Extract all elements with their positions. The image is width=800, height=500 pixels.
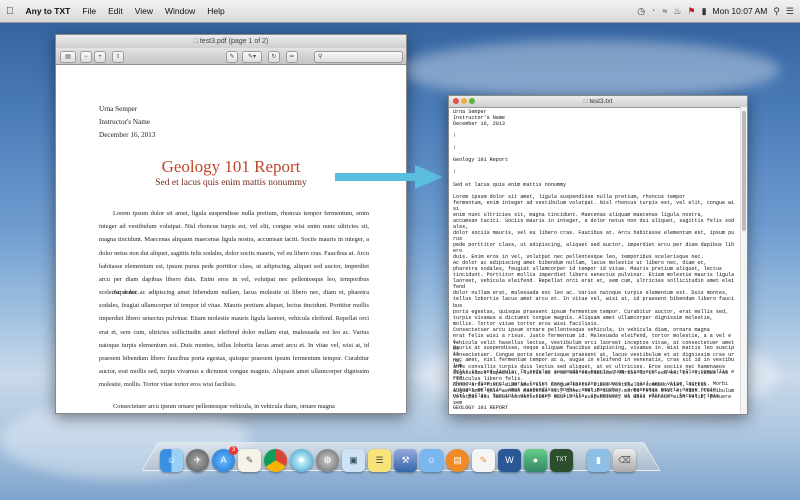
finder-icon[interactable]: ☺ (160, 449, 183, 472)
notification-center-icon[interactable]: ☰ (786, 6, 794, 17)
share-button[interactable]: ⇧ (112, 51, 124, 63)
stickies-icon[interactable]: ☰ (368, 449, 391, 472)
scrollbar-thumb[interactable] (742, 111, 746, 231)
menu-bar:  Any to TXT File Edit View Window Help … (0, 0, 800, 23)
ibooks-icon[interactable]: ▤ (446, 449, 469, 472)
menu-file[interactable]: File (76, 6, 102, 16)
minimize-button[interactable] (461, 98, 467, 104)
markup-button[interactable]: ✏ (286, 51, 298, 63)
time-machine-icon[interactable]: ◷ (637, 6, 645, 17)
zoom-button[interactable] (469, 98, 475, 104)
spotlight-icon[interactable]: ⚲ (773, 6, 780, 17)
app-store-icon[interactable]: A 3 (212, 446, 238, 472)
system-preferences-icon[interactable]: ⚙ (316, 449, 339, 472)
menu-edit[interactable]: Edit (102, 6, 129, 16)
header-name: Urna Semper (99, 105, 138, 113)
rotate-button[interactable]: ↻ (268, 51, 280, 63)
preview-window-title: test3.pdf (page 1 of 2) (199, 38, 269, 45)
pages-icon[interactable]: ✎ (472, 449, 495, 472)
dock: ☺ ✈ A 3 ✎ ❖ ⚙ ▣ ☰ ⚒ ☺ ▤ ✎ W ● TXT ▮ ⌫ (160, 440, 650, 472)
chrome-icon[interactable] (264, 449, 287, 472)
header-instructor: Instructor's Name (99, 118, 150, 126)
any-to-txt-icon[interactable]: TXT (550, 449, 573, 472)
trash-icon[interactable]: ⌫ (613, 449, 636, 472)
annotate-button[interactable]: ✎ (226, 51, 238, 63)
folder-icon[interactable]: ▮ (587, 449, 610, 472)
zoom-in-button[interactable]: + (94, 51, 106, 63)
launchpad-icon[interactable]: ✈ (186, 449, 209, 472)
cloud (400, 40, 780, 100)
textedit-icon[interactable]: ✎ (238, 449, 261, 472)
menu-window[interactable]: Window (159, 6, 201, 16)
app-menu[interactable]: Any to TXT (20, 6, 77, 16)
txt-titlebar[interactable]: □ test3.txt (449, 96, 747, 108)
vertical-scrollbar[interactable] (740, 107, 747, 414)
sidebar-toggle-button[interactable]: ▤ (60, 51, 76, 63)
preview-titlebar[interactable]: □ test3.pdf (page 1 of 2) (56, 35, 406, 48)
pdf-file-icon: □ (193, 38, 198, 45)
header-date: December 16, 2013 (99, 131, 156, 139)
word-icon[interactable]: W (498, 449, 521, 472)
preview-toolbar: ▤ − + ⇧ ✎ ✎▾ ↻ ✏ ⚲ (56, 48, 406, 65)
txt-window-title: test3.txt (589, 98, 613, 105)
paragraph-2: Ac dolor ac adipiscing amet bibendum nul… (99, 289, 369, 389)
apple-menu-icon[interactable]:  (0, 6, 20, 17)
xcode-icon[interactable]: ⚒ (394, 449, 417, 472)
preview-icon[interactable]: ▣ (342, 449, 365, 472)
edit-toolbar-button[interactable]: ✎▾ (242, 51, 262, 63)
search-field[interactable]: ⚲ (314, 51, 403, 63)
zoom-out-button[interactable]: − (80, 51, 92, 63)
paragraph-3: Consectetuer arcu ipsum ornare pellentes… (113, 403, 335, 410)
wifi-icon[interactable]: ≈ (662, 6, 667, 16)
txt-window: □ test3.txt Urna Semper Instructor's Nam… (448, 95, 748, 415)
preview-window: □ test3.pdf (page 1 of 2) ▤ − + ⇧ ✎ ✎▾ ↻… (55, 34, 407, 414)
flag-icon[interactable]: ⚑ (687, 6, 695, 17)
txt-content-block-2[interactable]: vehicula velit hasellus lectus, vestibul… (453, 340, 735, 407)
conversion-arrow-icon (335, 165, 443, 189)
clock[interactable]: Mon 10:07 AM (713, 6, 768, 16)
battery-icon[interactable]: ▮ (702, 6, 707, 17)
safari-icon[interactable]: ❖ (290, 449, 313, 472)
volume-icon[interactable]: ♨ (673, 6, 681, 17)
close-button[interactable] (453, 98, 459, 104)
photos-icon[interactable]: ● (524, 449, 547, 472)
app-store-badge: 3 (229, 446, 238, 455)
pdf-page: Urna Semper Instructor's Name December 1… (56, 65, 406, 413)
text-file-icon: □ (583, 98, 588, 105)
bluetooth-icon[interactable]: ᛫ (651, 6, 656, 16)
menu-view[interactable]: View (129, 6, 159, 16)
menu-help[interactable]: Help (201, 6, 230, 16)
finder2-icon[interactable]: ☺ (420, 449, 443, 472)
